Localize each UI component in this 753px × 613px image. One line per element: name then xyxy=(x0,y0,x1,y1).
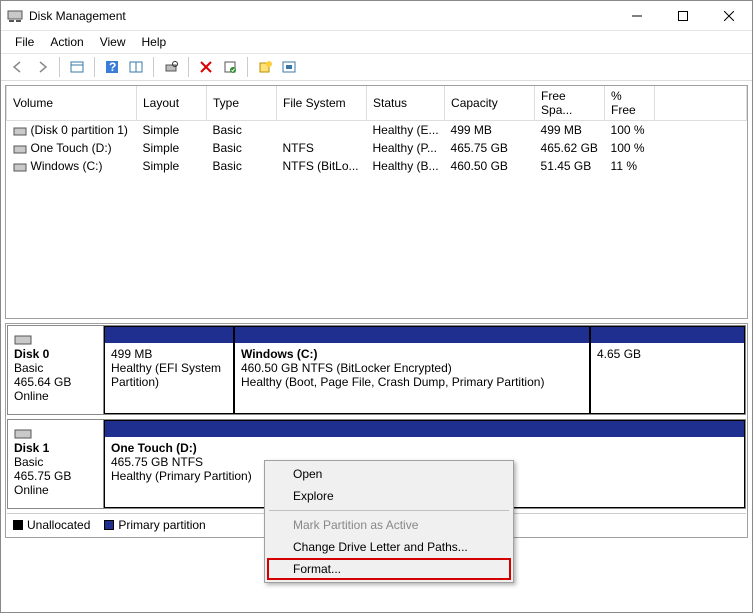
col-free[interactable]: Free Spa... xyxy=(535,86,605,121)
disk-size: 465.64 GB xyxy=(14,375,97,389)
menu-bar: File Action View Help xyxy=(1,31,752,53)
partition-header xyxy=(105,421,744,437)
partition-status: Healthy (Boot, Page File, Crash Dump, Pr… xyxy=(241,375,583,389)
partition-body: 499 MBHealthy (EFI System Partition) xyxy=(105,343,233,413)
partition-status: Healthy (EFI System Partition) xyxy=(111,361,227,389)
menu-view[interactable]: View xyxy=(92,33,134,51)
disk-size: 465.75 GB xyxy=(14,469,97,483)
disk-type: Basic xyxy=(14,455,97,469)
rescan-button[interactable] xyxy=(160,56,182,78)
properties-button[interactable] xyxy=(219,56,241,78)
disk-state: Online xyxy=(14,389,97,403)
partition-size: 4.65 GB xyxy=(597,347,738,361)
toolbar-separator xyxy=(94,57,95,77)
new-volume-button[interactable] xyxy=(254,56,276,78)
minimize-button[interactable] xyxy=(614,1,660,31)
toolbar-separator xyxy=(59,57,60,77)
volume-icon xyxy=(13,125,27,137)
col-spacer xyxy=(655,86,747,121)
col-pctfree[interactable]: % Free xyxy=(605,86,655,121)
ctx-change-drive-letter[interactable]: Change Drive Letter and Paths... xyxy=(267,536,511,558)
toolbar-separator xyxy=(153,57,154,77)
maximize-button[interactable] xyxy=(660,1,706,31)
close-button[interactable] xyxy=(706,1,752,31)
window-controls xyxy=(614,1,752,31)
table-row[interactable]: One Touch (D:)SimpleBasicNTFSHealthy (P.… xyxy=(7,139,747,157)
col-fs[interactable]: File System xyxy=(277,86,367,121)
forward-button[interactable] xyxy=(31,56,53,78)
show-hide-console-button[interactable] xyxy=(66,56,88,78)
ctx-explore[interactable]: Explore xyxy=(267,485,511,507)
col-volume[interactable]: Volume xyxy=(7,86,137,121)
disk-state: Online xyxy=(14,483,97,497)
menu-help[interactable]: Help xyxy=(134,33,175,51)
disk-info[interactable]: Disk 0Basic465.64 GBOnline xyxy=(8,326,104,414)
legend-unallocated-swatch xyxy=(13,520,23,530)
toolbar: ? xyxy=(1,53,752,81)
col-status[interactable]: Status xyxy=(367,86,445,121)
disk-label: Disk 0 xyxy=(14,347,97,361)
partition-header xyxy=(591,327,744,343)
disk-icon xyxy=(14,429,97,439)
context-menu: Open Explore Mark Partition as Active Ch… xyxy=(264,460,514,583)
ctx-separator xyxy=(269,510,509,511)
ctx-mark-active[interactable]: Mark Partition as Active xyxy=(267,514,511,536)
svg-text:?: ? xyxy=(109,60,116,74)
partition-header xyxy=(235,327,589,343)
app-icon xyxy=(7,8,23,24)
col-type[interactable]: Type xyxy=(207,86,277,121)
partition[interactable]: 4.65 GB xyxy=(590,326,745,414)
col-layout[interactable]: Layout xyxy=(137,86,207,121)
disk-graphical-pane: Disk 0Basic465.64 GBOnline499 MBHealthy … xyxy=(5,323,748,538)
menu-action[interactable]: Action xyxy=(42,33,91,51)
toolbar-separator xyxy=(188,57,189,77)
col-capacity[interactable]: Capacity xyxy=(445,86,535,121)
window-title: Disk Management xyxy=(29,9,614,23)
volume-icon xyxy=(13,143,27,155)
refresh-button[interactable] xyxy=(125,56,147,78)
volume-table: Volume Layout Type File System Status Ca… xyxy=(6,86,747,175)
disk-type: Basic xyxy=(14,361,97,375)
ctx-format[interactable]: Format... xyxy=(267,558,511,580)
toolbar-separator xyxy=(247,57,248,77)
partition-name: Windows (C:) xyxy=(241,347,583,361)
disk-icon xyxy=(14,335,97,345)
partition-size: 499 MB xyxy=(111,347,227,361)
volume-list-pane: Volume Layout Type File System Status Ca… xyxy=(5,85,748,319)
legend-primary-swatch xyxy=(104,520,114,530)
legend-primary-label: Primary partition xyxy=(118,518,205,532)
ctx-open[interactable]: Open xyxy=(267,463,511,485)
settings-button[interactable] xyxy=(278,56,300,78)
menu-file[interactable]: File xyxy=(7,33,42,51)
disk-label: Disk 1 xyxy=(14,441,97,455)
partition[interactable]: 499 MBHealthy (EFI System Partition) xyxy=(104,326,234,414)
legend-unallocated-label: Unallocated xyxy=(27,518,90,532)
partition-header xyxy=(105,327,233,343)
delete-button[interactable] xyxy=(195,56,217,78)
table-row[interactable]: (Disk 0 partition 1)SimpleBasicHealthy (… xyxy=(7,121,747,140)
partition-size: 460.50 GB NTFS (BitLocker Encrypted) xyxy=(241,361,583,375)
partition-body: 4.65 GB xyxy=(591,343,744,413)
column-headers: Volume Layout Type File System Status Ca… xyxy=(7,86,747,121)
disk-row: Disk 0Basic465.64 GBOnline499 MBHealthy … xyxy=(7,325,746,415)
partition-name: One Touch (D:) xyxy=(111,441,738,455)
back-button[interactable] xyxy=(7,56,29,78)
volume-icon xyxy=(13,161,27,173)
help-button[interactable]: ? xyxy=(101,56,123,78)
title-bar: Disk Management xyxy=(1,1,752,31)
table-row[interactable]: Windows (C:)SimpleBasicNTFS (BitLo...Hea… xyxy=(7,157,747,175)
partition[interactable]: Windows (C:)460.50 GB NTFS (BitLocker En… xyxy=(234,326,590,414)
disk-info[interactable]: Disk 1Basic465.75 GBOnline xyxy=(8,420,104,508)
partition-body: Windows (C:)460.50 GB NTFS (BitLocker En… xyxy=(235,343,589,413)
